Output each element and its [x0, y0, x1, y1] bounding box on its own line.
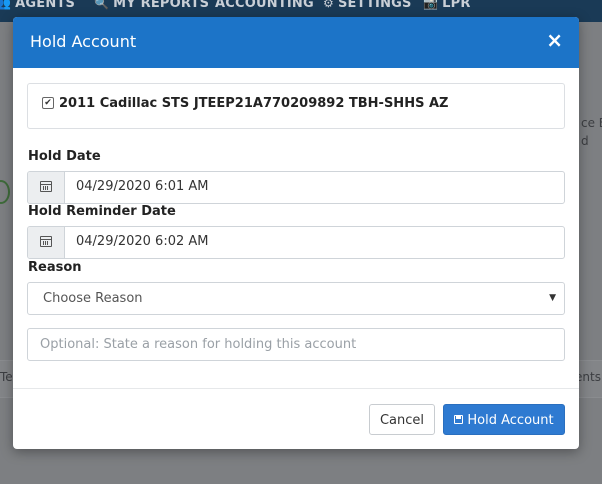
gear-icon: ⚙	[323, 0, 334, 10]
hold-account-modal: Hold Account × ✔ 2011 Cadillac STS JTEEP…	[13, 17, 579, 449]
caret-down-icon: ▼	[549, 293, 556, 303]
reason-label: Reason	[28, 260, 82, 275]
hold-reminder-date-label: Hold Reminder Date	[28, 204, 176, 219]
reason-selected-value: Choose Reason	[43, 291, 143, 306]
nav-item-settings[interactable]: ⚙ SETTINGS	[323, 0, 412, 11]
search-icon: 🔍	[94, 0, 110, 10]
hold-date-field[interactable]: 04/29/2020 6:01 AM	[27, 171, 565, 204]
users-icon: 👥	[0, 0, 12, 10]
modal-title: Hold Account	[30, 32, 137, 51]
nav-item-agents[interactable]: 👥 AGENTS	[0, 0, 75, 11]
calendar-addon[interactable]	[28, 227, 65, 258]
footer-divider	[13, 388, 579, 389]
account-label: 2011 Cadillac STS JTEEP21A770209892 TBH-…	[59, 96, 449, 111]
account-selection: ✔ 2011 Cadillac STS JTEEP21A770209892 TB…	[27, 83, 565, 129]
calendar-addon[interactable]	[28, 172, 65, 203]
reason-note-input[interactable]: Optional: State a reason for holding thi…	[27, 328, 565, 361]
hold-reminder-date-field[interactable]: 04/29/2020 6:02 AM	[27, 226, 565, 259]
background-text: ce E	[581, 116, 602, 130]
modal-header: Hold Account ×	[13, 17, 579, 68]
hold-date-label: Hold Date	[28, 149, 101, 164]
hold-date-input[interactable]: 04/29/2020 6:01 AM	[76, 179, 546, 194]
calendar-icon	[40, 181, 52, 192]
cancel-button[interactable]: Cancel	[369, 404, 435, 435]
hold-account-button[interactable]: Hold Account	[443, 404, 565, 435]
account-checkbox[interactable]: ✔	[42, 97, 54, 109]
background-text: d	[581, 134, 589, 148]
background-text: Te	[0, 370, 13, 384]
reason-select[interactable]: Choose Reason ▼	[27, 282, 565, 315]
close-icon[interactable]: ×	[546, 29, 563, 51]
calendar-icon	[40, 236, 52, 247]
reason-note-placeholder: Optional: State a reason for holding thi…	[40, 337, 357, 352]
hold-reminder-date-input[interactable]: 04/29/2020 6:02 AM	[76, 234, 546, 249]
nav-item-lpr[interactable]: 📷 LPR	[423, 0, 471, 11]
nav-item-my-reports[interactable]: 🔍 MY REPORTS	[94, 0, 209, 11]
hold-account-button-label: Hold Account	[467, 413, 554, 428]
camera-icon: 📷	[423, 0, 439, 10]
nav-item-accounting[interactable]: ACCOUNTING	[215, 0, 314, 11]
save-icon	[454, 415, 464, 424]
